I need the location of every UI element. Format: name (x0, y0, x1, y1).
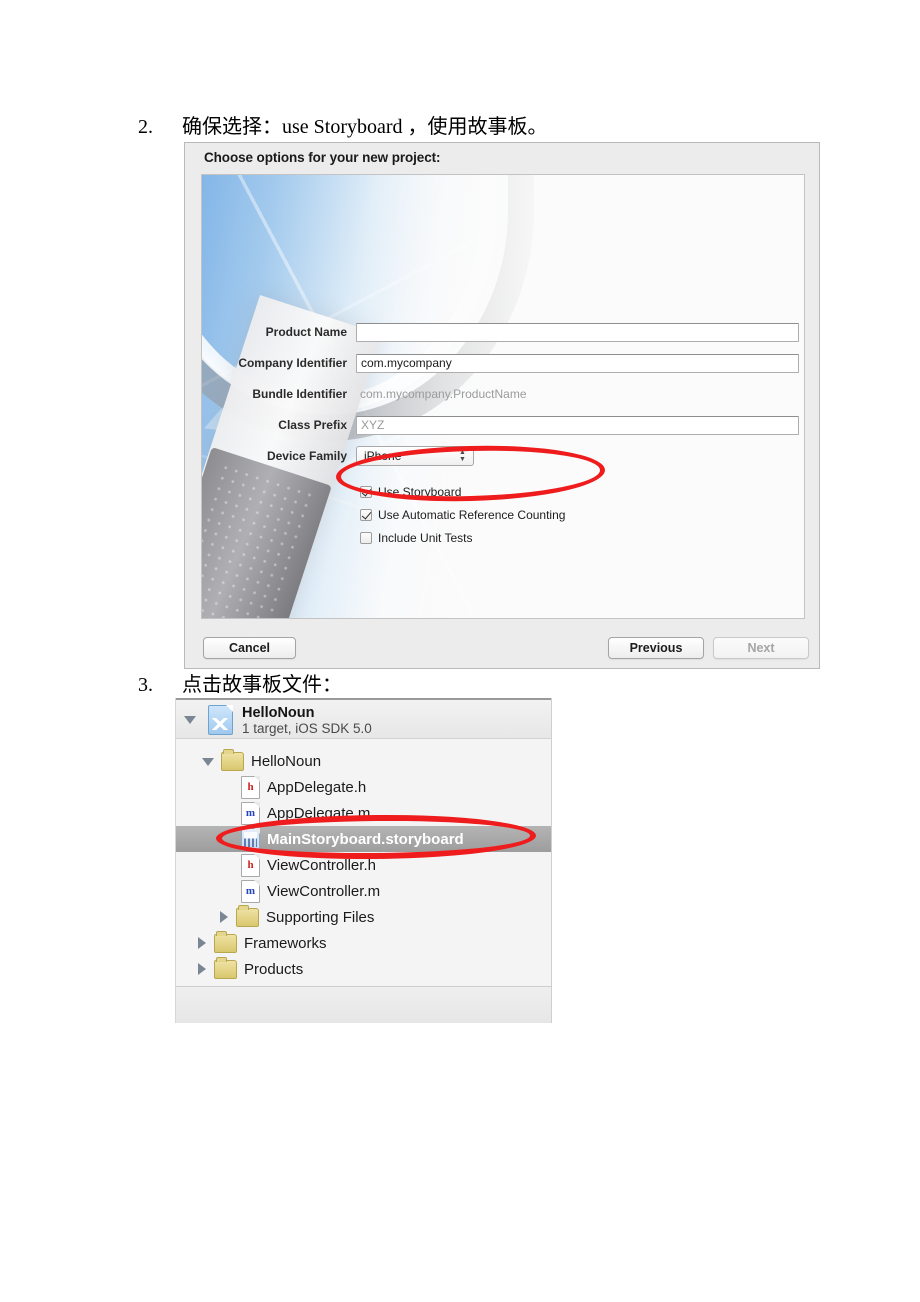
new-project-options-dialog: Choose options for your new project: Pro… (184, 142, 820, 669)
step-2: 2. 确保选择：use Storyboard ，使用故事板。 (138, 110, 548, 139)
stepper-arrows-icon: ▲ ▼ (459, 449, 466, 464)
folder-icon (221, 748, 244, 771)
navigator-bottom-bar (176, 986, 551, 1023)
nav-row-mainstoryboard[interactable]: MainStoryboard.storyboard (176, 826, 551, 852)
xcode-project-icon (208, 705, 233, 735)
field-row-device-family: Device Family iPhone ▲ ▼ (202, 446, 474, 466)
use-automatic-reference-counting-label: Use Automatic Reference Counting (378, 508, 566, 522)
nav-row-label: AppDelegate.h (267, 778, 367, 796)
nav-row-appdelegate-h[interactable]: h AppDelegate.h (176, 774, 551, 800)
field-row-product-name: Product Name (202, 322, 799, 342)
checkbox-row-use-storyboard[interactable]: Use Storyboard (360, 485, 461, 499)
next-button[interactable]: Next (713, 637, 809, 659)
header-file-icon: h (241, 775, 260, 799)
nav-row-frameworks[interactable]: Frameworks (176, 930, 551, 956)
nav-row-label: Frameworks (244, 934, 327, 952)
device-family-popup-button[interactable]: iPhone ▲ ▼ (356, 446, 474, 466)
nav-row-products[interactable]: Products (176, 956, 551, 982)
folder-icon (236, 904, 259, 927)
field-row-company-identifier: Company Identifier (202, 353, 799, 373)
folder-icon (214, 930, 237, 953)
bundle-identifier-value: com.mycompany.ProductName (360, 387, 527, 401)
class-prefix-input[interactable] (356, 415, 799, 435)
nav-row-label: AppDelegate.m (267, 804, 371, 822)
nav-row-supporting-files[interactable]: Supporting Files (176, 904, 551, 930)
use-storyboard-label: Use Storyboard (378, 485, 462, 499)
implementation-file-icon: m (241, 879, 260, 903)
nav-row-label: ViewController.m (267, 882, 381, 900)
nav-row-viewcontroller-h[interactable]: h ViewController.h (176, 852, 551, 878)
nav-row-label: Supporting Files (266, 908, 375, 926)
company-identifier-input[interactable] (356, 353, 799, 373)
company-identifier-label: Company Identifier (238, 356, 347, 370)
project-options-form: Product Name Company Identifier Bundle I… (202, 175, 804, 618)
field-row-bundle-identifier: Bundle Identifier com.mycompany.ProductN… (202, 384, 527, 404)
navigator-project-row[interactable]: HelloNoun 1 target, iOS SDK 5.0 (176, 700, 551, 739)
disclosure-triangle-closed-icon[interactable] (198, 963, 206, 975)
chevron-down-icon: ▼ (459, 456, 466, 463)
nav-row-label: MainStoryboard.storyboard (267, 830, 464, 848)
field-row-class-prefix: Class Prefix (202, 415, 799, 435)
checkbox-row-include-unit-tests[interactable]: Include Unit Tests (360, 531, 473, 545)
step-2-text: 确保选择：use Storyboard ，使用故事板。 (182, 116, 548, 138)
include-unit-tests-label: Include Unit Tests (378, 531, 473, 545)
include-unit-tests-checkbox[interactable] (360, 532, 372, 544)
checkbox-row-use-arc[interactable]: Use Automatic Reference Counting (360, 508, 565, 522)
nav-row-label: Products (244, 960, 304, 978)
options-panel: Product Name Company Identifier Bundle I… (201, 174, 805, 619)
previous-button[interactable]: Previous (608, 637, 704, 659)
project-subtitle-label: 1 target, iOS SDK 5.0 (242, 721, 372, 736)
chevron-up-icon: ▲ (459, 449, 466, 456)
project-name-label: HelloNoun (242, 705, 315, 721)
step-3: 3. 点击故事板文件： (138, 668, 342, 697)
implementation-file-icon: m (241, 801, 260, 825)
step-2-number: 2. (138, 116, 153, 138)
cancel-button[interactable]: Cancel (203, 637, 296, 659)
use-storyboard-checkbox[interactable] (360, 486, 372, 498)
header-file-icon: h (241, 853, 260, 877)
dialog-title: Choose options for your new project: (204, 150, 441, 165)
nav-row-appdelegate-m[interactable]: m AppDelegate.m (176, 800, 551, 826)
storyboard-file-icon (241, 827, 260, 851)
folder-icon (214, 956, 237, 979)
class-prefix-label: Class Prefix (278, 418, 347, 432)
step-3-text: 点击故事板文件： (182, 674, 342, 696)
project-navigator: HelloNoun 1 target, iOS SDK 5.0 HelloNou… (175, 698, 552, 1023)
bundle-identifier-label: Bundle Identifier (252, 387, 347, 401)
nav-row-label: HelloNoun (251, 752, 322, 770)
device-family-label: Device Family (266, 449, 347, 463)
product-name-input[interactable] (356, 322, 799, 342)
nav-row-label: ViewController.h (267, 856, 376, 874)
nav-row-viewcontroller-m[interactable]: m ViewController.m (176, 878, 551, 904)
disclosure-triangle-open-icon[interactable] (184, 716, 196, 724)
nav-row-hellonoun-group[interactable]: HelloNoun (176, 748, 551, 774)
disclosure-triangle-open-icon[interactable] (202, 758, 214, 766)
device-family-value: iPhone (364, 449, 402, 463)
disclosure-triangle-closed-icon[interactable] (198, 937, 206, 949)
disclosure-triangle-closed-icon[interactable] (220, 911, 228, 923)
use-automatic-reference-counting-checkbox[interactable] (360, 509, 372, 521)
product-name-label: Product Name (265, 325, 347, 339)
step-3-number: 3. (138, 674, 153, 696)
